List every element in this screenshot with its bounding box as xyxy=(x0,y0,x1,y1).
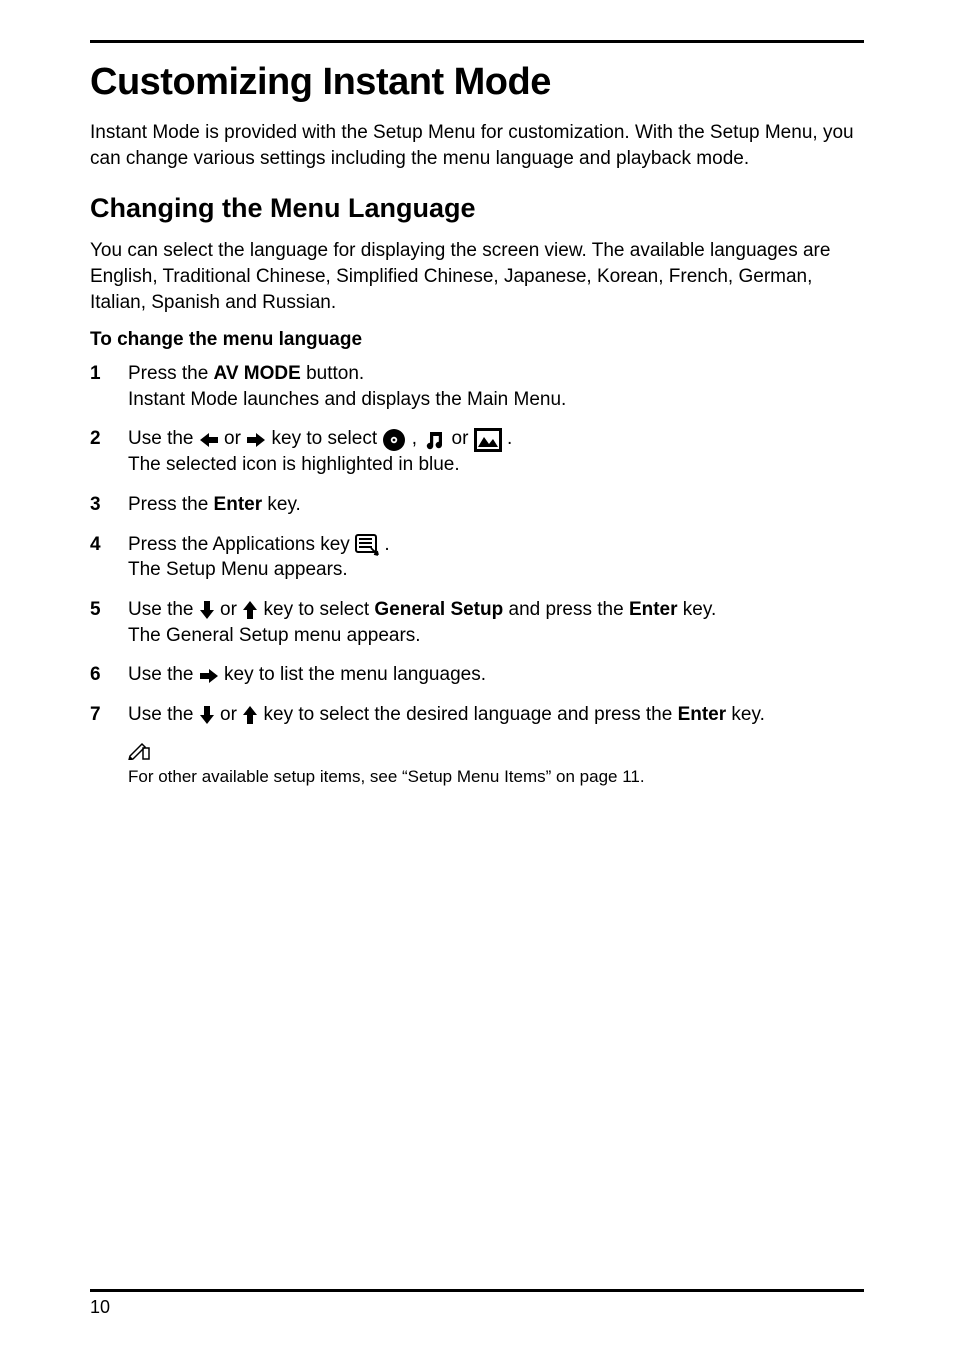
arrow-down-icon xyxy=(199,597,215,623)
note-text: For other available setup items, see “Se… xyxy=(128,767,645,786)
step-body: Use the or key to select , or xyxy=(128,426,864,477)
step-4: 4 Press the Applications key . The Setup… xyxy=(90,532,864,583)
top-rule xyxy=(90,40,864,43)
step-body: Press the AV MODE button. Instant Mode l… xyxy=(128,361,864,412)
page-number: 10 xyxy=(90,1297,110,1318)
text: Press the Applications key xyxy=(128,534,355,555)
text: key to list the menu languages. xyxy=(224,664,486,685)
step-body: Use the or key to select the desired lan… xyxy=(128,702,864,728)
step-body: Use the or key to select General Setup a… xyxy=(128,597,864,648)
step-2: 2 Use the or key to select , xyxy=(90,426,864,477)
step-number: 2 xyxy=(90,426,106,452)
sub-heading: To change the menu language xyxy=(90,329,864,351)
disc-icon xyxy=(382,427,406,453)
menu-name: General Setup xyxy=(374,599,503,620)
text: Use the xyxy=(128,664,199,685)
step-1: 1 Press the AV MODE button. Instant Mode… xyxy=(90,361,864,412)
footer-rule xyxy=(90,1289,864,1292)
text: key. xyxy=(726,704,765,725)
manual-page: Customizing Instant Mode Instant Mode is… xyxy=(0,0,954,1352)
step-number: 6 xyxy=(90,662,106,688)
text: Press the xyxy=(128,494,214,515)
step-number: 1 xyxy=(90,361,106,387)
text: key. xyxy=(262,494,301,515)
step-5: 5 Use the or key to select General Setup… xyxy=(90,597,864,648)
arrow-right-icon xyxy=(199,663,219,689)
text: Instant Mode launches and displays the M… xyxy=(128,389,566,410)
text: key to select the desired language and p… xyxy=(264,704,678,725)
picture-icon xyxy=(474,427,502,453)
section-heading: Changing the Menu Language xyxy=(90,193,864,224)
arrow-left-icon xyxy=(199,427,219,453)
arrow-up-icon xyxy=(242,702,258,728)
step-6: 6 Use the key to list the menu languages… xyxy=(90,662,864,688)
key-name: Enter xyxy=(629,599,678,620)
text: . xyxy=(384,534,389,555)
step-7: 7 Use the or key to select the desired l… xyxy=(90,702,864,728)
step-body: Press the Enter key. xyxy=(128,492,864,518)
note-block: For other available setup items, see “Se… xyxy=(128,742,864,787)
text: or xyxy=(220,599,242,620)
music-note-icon xyxy=(422,427,446,453)
text: or xyxy=(224,428,246,449)
text: Use the xyxy=(128,704,199,725)
note-icon xyxy=(128,742,864,765)
text: or xyxy=(452,428,474,449)
text: and press the xyxy=(503,599,629,620)
text: The General Setup menu appears. xyxy=(128,625,421,646)
page-title: Customizing Instant Mode xyxy=(90,61,864,104)
text: . xyxy=(507,428,512,449)
intro-paragraph: Instant Mode is provided with the Setup … xyxy=(90,120,864,171)
step-number: 4 xyxy=(90,532,106,558)
text: , xyxy=(412,428,423,449)
arrow-up-icon xyxy=(242,597,258,623)
arrow-right-icon xyxy=(246,427,266,453)
applications-key-icon xyxy=(355,532,379,558)
text: key to select xyxy=(264,599,375,620)
text: button. xyxy=(301,363,364,384)
steps-list: 1 Press the AV MODE button. Instant Mode… xyxy=(90,361,864,728)
step-number: 3 xyxy=(90,492,106,518)
text: Press the xyxy=(128,363,214,384)
text: The Setup Menu appears. xyxy=(128,559,348,580)
text: key to select xyxy=(272,428,383,449)
button-name: AV MODE xyxy=(214,363,301,384)
step-body: Press the Applications key . The Setup M… xyxy=(128,532,864,583)
key-name: Enter xyxy=(214,494,263,515)
text: Use the xyxy=(128,599,199,620)
text: Use the xyxy=(128,428,199,449)
step-number: 5 xyxy=(90,597,106,623)
text: The selected icon is highlighted in blue… xyxy=(128,454,460,475)
step-body: Use the key to list the menu languages. xyxy=(128,662,864,688)
key-name: Enter xyxy=(678,704,727,725)
text: or xyxy=(220,704,242,725)
step-3: 3 Press the Enter key. xyxy=(90,492,864,518)
arrow-down-icon xyxy=(199,702,215,728)
section-description: You can select the language for displayi… xyxy=(90,238,864,315)
text: key. xyxy=(678,599,717,620)
step-number: 7 xyxy=(90,702,106,728)
